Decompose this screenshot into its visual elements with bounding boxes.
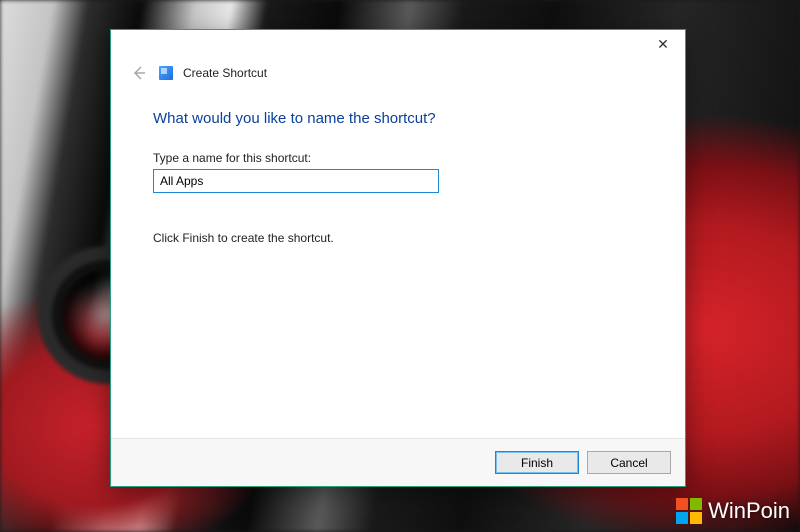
- watermark: WinPoin: [676, 498, 790, 524]
- watermark-text: WinPoin: [708, 498, 790, 524]
- finish-button[interactable]: Finish: [495, 451, 579, 474]
- wizard-heading: What would you like to name the shortcut…: [153, 110, 643, 127]
- close-button[interactable]: ✕: [641, 30, 685, 58]
- close-icon: ✕: [657, 36, 669, 53]
- dialog-content: What would you like to name the shortcut…: [111, 86, 685, 438]
- wizard-hint: Click Finish to create the shortcut.: [153, 231, 643, 245]
- input-label: Type a name for this shortcut:: [153, 151, 643, 165]
- back-arrow-icon: [131, 65, 147, 81]
- shortcut-name-input[interactable]: [153, 169, 439, 193]
- titlebar: ✕: [111, 30, 685, 60]
- back-button[interactable]: [129, 63, 149, 83]
- cancel-button[interactable]: Cancel: [587, 451, 671, 474]
- dialog-button-row: Finish Cancel: [111, 438, 685, 486]
- wizard-header: Create Shortcut: [111, 60, 685, 86]
- window-title: Create Shortcut: [183, 66, 267, 80]
- shortcut-wizard-icon: [159, 66, 173, 80]
- windows-logo-icon: [676, 498, 702, 524]
- create-shortcut-dialog: ✕ Create Shortcut What would you like to…: [110, 29, 686, 487]
